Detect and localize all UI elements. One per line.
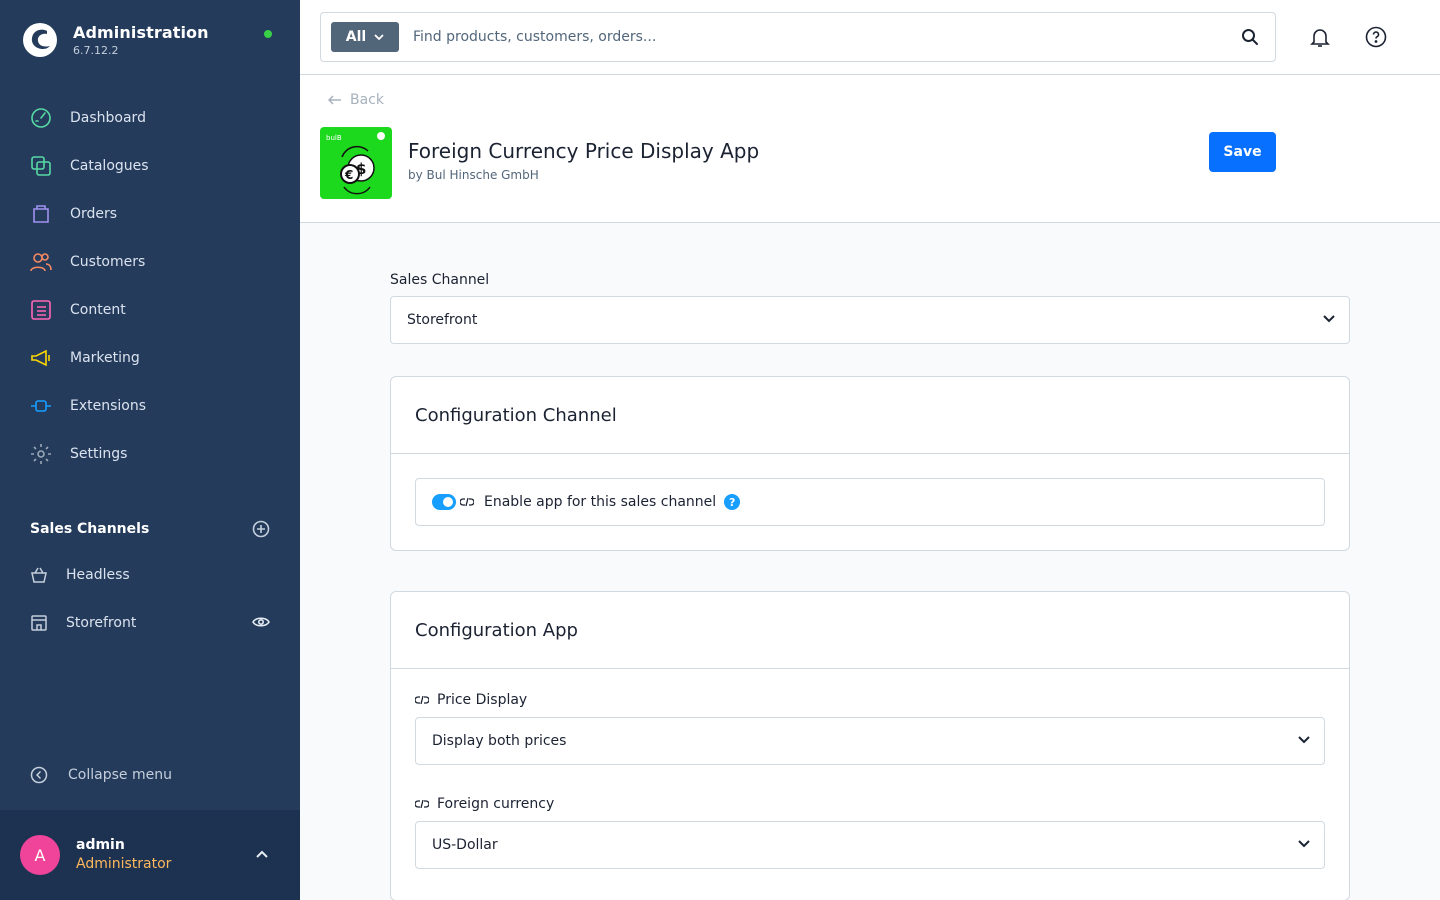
dashboard-icon [30,107,52,129]
page-title: Foreign Currency Price Display App [408,139,760,163]
brand-version: 6.7.12.2 [73,44,119,57]
online-status-indicator [264,30,272,38]
nav-item-content[interactable]: Content [0,286,300,334]
brand[interactable]: Administration 6.7.12.2 [22,22,209,58]
back-link[interactable]: Back [328,92,384,108]
nav-item-label: Customers [70,254,146,270]
main-navigation: Dashboard Catalogues Orders Customers Co… [0,94,300,478]
chevron-left-circle-icon [30,766,48,784]
orders-icon [30,203,52,225]
sales-channels-header: Sales Channels [30,520,270,538]
price-display-label: Price Display [437,692,528,708]
search-icon[interactable] [1241,28,1259,46]
foreign-currency-label: Foreign currency [437,796,555,812]
search-type-label: All [345,29,367,45]
sales-channel-label: Headless [66,567,130,583]
brand-title: Administration [73,23,209,42]
sidebar: Administration 6.7.12.2 Dashboard Catalo… [0,0,300,900]
app-vendor: by Bul Hinsche GmbH [408,168,539,182]
chevron-down-icon [1323,315,1335,323]
back-label: Back [350,92,384,108]
nav-item-label: Content [70,302,126,318]
enable-app-label: Enable app for this sales channel [484,494,717,510]
chevron-down-icon [1298,840,1310,848]
shopware-logo-icon [23,23,57,57]
avatar: A [20,835,60,875]
nav-item-label: Dashboard [70,110,146,126]
chevron-down-icon [1298,736,1310,744]
svg-text:€: € [344,168,353,182]
logo-text: bulB [326,134,342,142]
nav-item-label: Settings [70,446,128,462]
chevron-up-icon[interactable] [255,849,269,859]
user-panel[interactable]: A admin Administrator [0,810,300,900]
topbar: All [300,0,1440,75]
nav-item-dashboard[interactable]: Dashboard [0,94,300,142]
app-logo: bulB $ € [320,127,392,199]
chevron-down-icon [374,33,384,40]
collapse-menu-label: Collapse menu [68,767,172,783]
sales-channel-headless[interactable]: Headless [0,551,300,599]
user-name: admin [76,837,125,853]
currency-logo-icon: bulB $ € [326,132,385,195]
sales-channel-value: Storefront [407,312,478,328]
price-display-value: Display both prices [432,733,567,749]
help-icon[interactable] [1365,26,1387,48]
catalogue-icon [30,155,52,177]
eye-icon[interactable] [252,615,270,629]
sales-channel-label: Sales Channel [390,272,490,288]
storefront-icon [31,615,47,631]
sales-channel-storefront[interactable]: Storefront [0,599,300,647]
marketing-icon [30,347,52,369]
nav-item-label: Catalogues [70,158,149,174]
card-title: Configuration Channel [391,377,1349,454]
nav-item-label: Extensions [70,398,147,414]
enable-app-row: Enable app for this sales channel ? [415,478,1325,526]
nav-item-settings[interactable]: Settings [0,430,300,478]
sales-channel-list: Headless Storefront [0,551,300,647]
nav-item-label: Orders [70,206,118,222]
sales-channel-select[interactable]: Storefront [390,296,1350,344]
arrow-left-icon [328,95,341,105]
sales-channels-title: Sales Channels [30,521,150,537]
price-display-select[interactable]: Display both prices [415,717,1325,765]
nav-item-extensions[interactable]: Extensions [0,382,300,430]
bell-icon[interactable] [1309,26,1331,48]
card-title: Configuration App [391,592,1349,669]
basket-icon [31,567,47,583]
price-display-field-label: Price Display [415,692,527,708]
help-tooltip-icon[interactable]: ? [724,494,741,510]
search-type-dropdown[interactable]: All [331,22,399,52]
add-sales-channel-icon[interactable] [252,520,270,538]
sales-channel-label: Storefront [66,615,137,631]
foreign-currency-select[interactable]: US-Dollar [415,821,1325,869]
customers-icon [30,251,52,273]
inherit-link-icon[interactable] [460,497,474,507]
search-input[interactable] [413,22,1213,52]
nav-item-marketing[interactable]: Marketing [0,334,300,382]
global-search: All [320,12,1276,62]
nav-item-catalogues[interactable]: Catalogues [0,142,300,190]
nav-item-customers[interactable]: Customers [0,238,300,286]
configuration-channel-card: Configuration Channel Enable app for thi… [390,376,1350,551]
extensions-icon [30,395,52,417]
inherit-link-icon[interactable] [415,799,429,809]
foreign-currency-field-label: Foreign currency [415,796,554,812]
content-icon [30,299,52,321]
foreign-currency-value: US-Dollar [432,837,498,853]
nav-item-orders[interactable]: Orders [0,190,300,238]
enable-app-toggle[interactable] [432,494,456,510]
page-header: Back bulB $ € Foreign Currency Price Dis… [300,75,1440,223]
save-button[interactable]: Save [1209,132,1276,172]
collapse-menu-button[interactable]: Collapse menu [30,766,172,784]
settings-icon [30,443,52,465]
user-role: Administrator [76,856,172,872]
inherit-link-icon[interactable] [415,695,429,705]
nav-item-label: Marketing [70,350,140,366]
configuration-app-card: Configuration App Price Display Display … [390,591,1350,900]
